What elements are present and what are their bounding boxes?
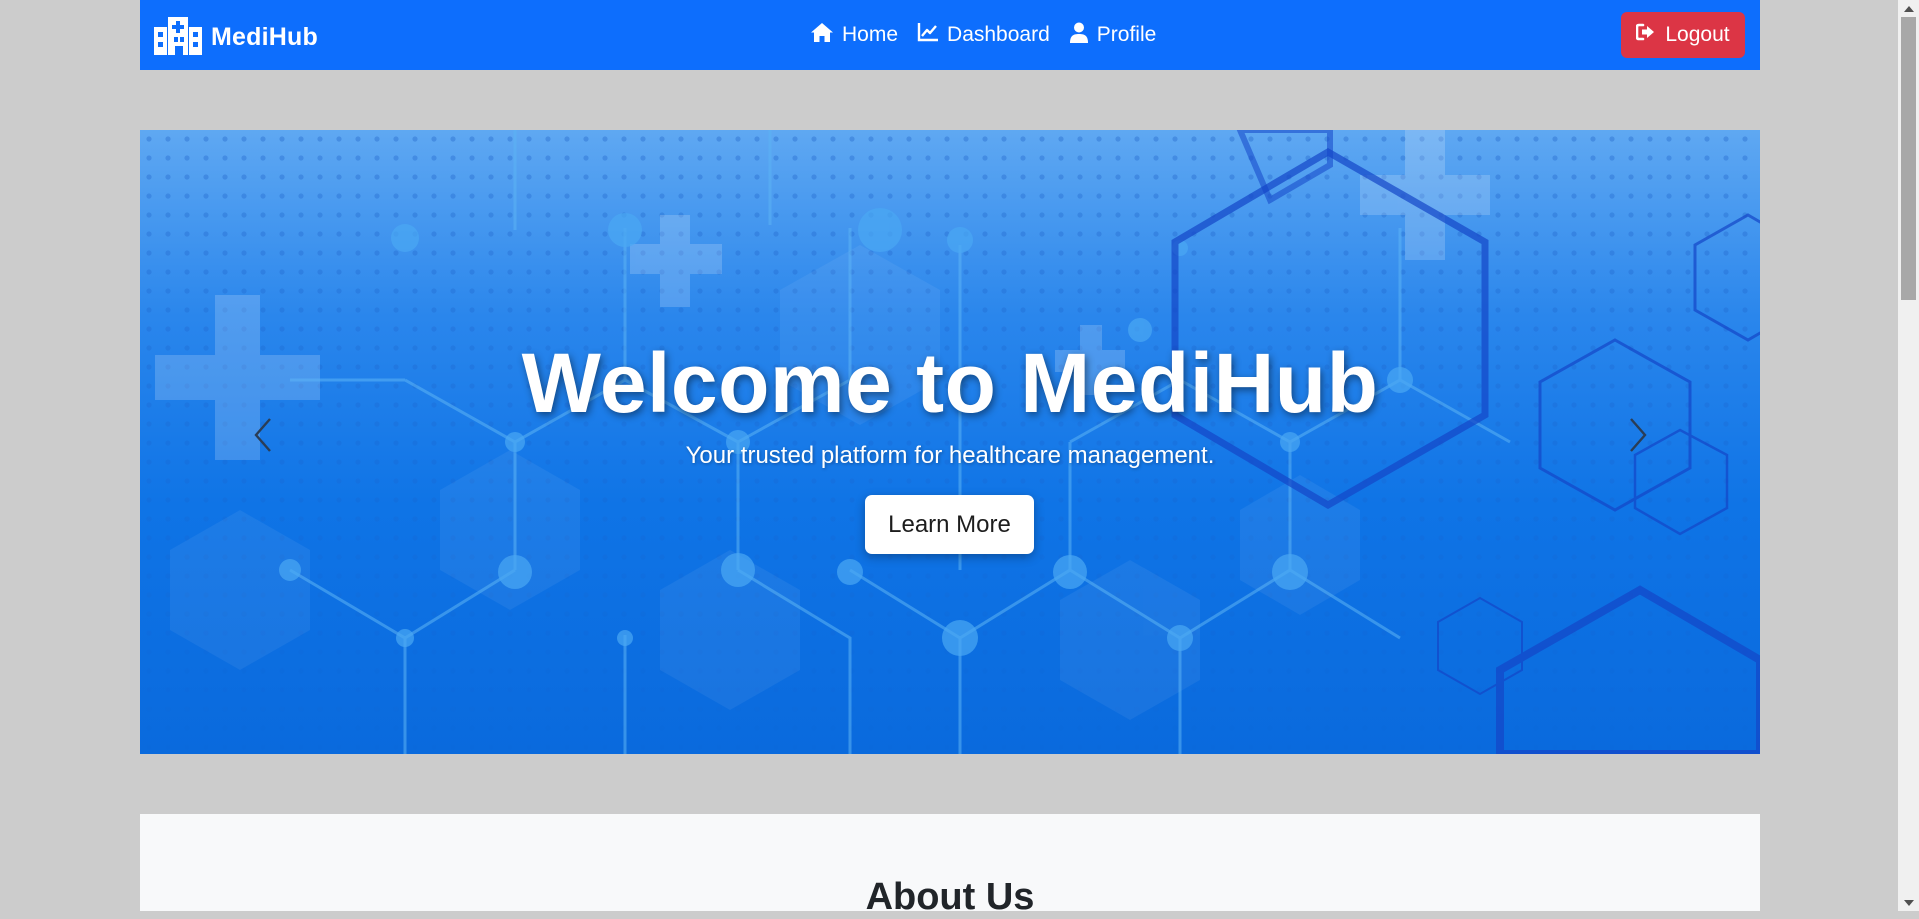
carousel-prev-button[interactable] (243, 412, 283, 462)
brand-link[interactable]: MediHub (154, 15, 318, 60)
carousel-slide: Welcome to MediHub Your trusted platform… (140, 130, 1760, 754)
home-icon (810, 22, 842, 49)
chevron-left-icon (251, 417, 275, 458)
nav-item-label: Dashboard (947, 23, 1050, 46)
nav-item-label: Profile (1096, 23, 1157, 46)
chart-line-icon (917, 22, 947, 48)
logout-label: Logout (1665, 23, 1730, 46)
carousel-next-button[interactable] (1618, 412, 1658, 462)
about-section: About Us (140, 814, 1760, 918)
user-icon (1069, 22, 1097, 49)
nav-links: Home Dashboard Profile (810, 0, 1175, 70)
nav-item-dashboard[interactable]: Dashboard (917, 22, 1050, 48)
scroll-up-arrow-icon[interactable] (1898, 0, 1919, 17)
logout-button[interactable]: Logout (1621, 12, 1745, 58)
nav-item-home[interactable]: Home (810, 22, 898, 49)
learn-more-button[interactable]: Learn More (865, 495, 1034, 554)
page: MediHub Home Dashboard Profile Logout We… (0, 0, 1898, 918)
sign-out-icon (1636, 23, 1665, 47)
brand-name: MediHub (211, 23, 318, 51)
scroll-down-arrow-icon[interactable] (1898, 894, 1919, 911)
nav-item-profile[interactable]: Profile (1069, 22, 1157, 49)
scrollbar-thumb[interactable] (1901, 17, 1916, 300)
hero-subtitle: Your trusted platform for healthcare man… (685, 442, 1215, 469)
about-title: About Us (865, 876, 1035, 918)
nav-item-label: Home (842, 23, 899, 46)
hero-carousel: Welcome to MediHub Your trusted platform… (140, 130, 1760, 754)
navbar: MediHub Home Dashboard Profile Logout (140, 0, 1760, 70)
chevron-right-icon (1626, 417, 1650, 458)
hospital-icon (154, 15, 202, 60)
hero-title: Welcome to MediHub (521, 336, 1379, 430)
vertical-scrollbar[interactable] (1898, 0, 1919, 911)
